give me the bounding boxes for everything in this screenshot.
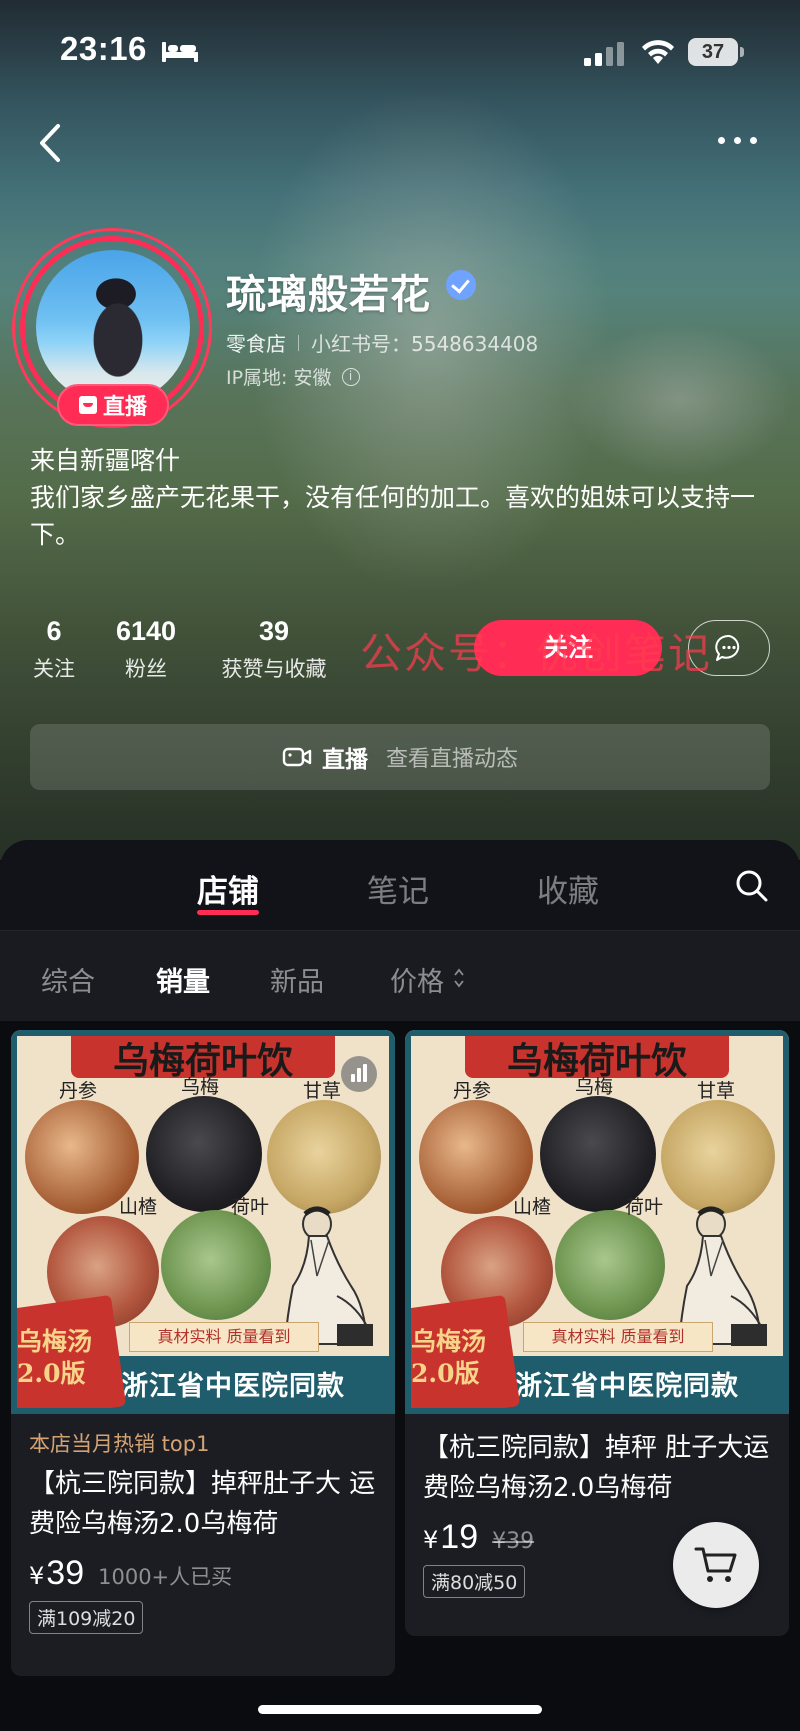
stat-label: 获赞与收藏 xyxy=(221,657,327,681)
shopping-cart-icon xyxy=(694,1547,737,1582)
stat-label: 关注 xyxy=(33,657,75,681)
live-updates-bar[interactable]: 直播 查看直播动态 xyxy=(30,724,770,790)
profile-meta: 零食店 小红书号：5548634408 xyxy=(226,328,538,357)
product-title[interactable]: 【杭三院同款】掉秤 肚子大运费险乌梅汤2.0乌梅荷 xyxy=(423,1428,771,1508)
active-tab-indicator xyxy=(197,910,259,915)
product-price: 39 xyxy=(46,1554,85,1592)
filter-overall[interactable]: 综合 xyxy=(41,960,95,999)
tab-notes[interactable]: 笔记 xyxy=(367,866,429,911)
sold-count: 1000+人已买 xyxy=(98,1565,233,1589)
stat-followers[interactable]: 6140 粉丝 xyxy=(108,616,184,683)
stat-value: 6 xyxy=(46,616,62,646)
battery-icon: 37 xyxy=(688,38,744,66)
stat-likes-collects[interactable]: 39 获赞与收藏 xyxy=(214,616,334,683)
avatar[interactable] xyxy=(36,250,190,404)
bar-chart-icon xyxy=(341,1056,377,1092)
profile-name: 琉璃般若花 xyxy=(226,272,431,318)
verified-icon xyxy=(446,270,476,300)
tab-collections[interactable]: 收藏 xyxy=(537,866,599,911)
status-time: 23:16 xyxy=(60,30,147,67)
ip-location: IP属地: 安徽 i xyxy=(226,363,360,390)
product-title[interactable]: 【杭三院同款】掉秤肚子大 运费险乌梅汤2.0乌梅荷 xyxy=(29,1464,377,1544)
price-currency: ¥ xyxy=(423,1526,439,1554)
bio-line: 我们家乡盛产无花果干，没有任何的加工。喜欢的姐妹可以支持一下。 xyxy=(30,483,756,549)
price-row: ¥ 39 1000+人已买 xyxy=(29,1554,377,1593)
home-indicator[interactable] xyxy=(258,1705,542,1714)
video-camera-icon xyxy=(282,747,312,767)
stat-following[interactable]: 6 关注 xyxy=(28,616,80,683)
coupon-badge: 满109减20 xyxy=(29,1601,144,1634)
status-bar: 23:16 37 xyxy=(0,0,800,100)
filter-new[interactable]: 新品 xyxy=(270,960,324,999)
sleep-focus-icon xyxy=(162,42,198,62)
live-badge[interactable]: 直播 xyxy=(57,384,169,426)
product-image[interactable]: 乌梅荷叶饮 丹参 乌梅 甘草 山楂 荷叶 真材实料 质量看到 浙江省中医院同款 … xyxy=(405,1030,789,1414)
stat-label: 粉丝 xyxy=(125,657,167,681)
product-card[interactable]: 乌梅荷叶饮 丹参 乌梅 甘草 山楂 荷叶 真材实料 质量看到 浙江省中医院同款 … xyxy=(11,1030,395,1676)
filter-sales[interactable]: 销量 xyxy=(156,960,210,999)
stat-value: 39 xyxy=(258,616,290,646)
more-options-icon[interactable] xyxy=(718,125,768,155)
chat-icon xyxy=(715,634,740,661)
tab-shop[interactable]: 店铺 xyxy=(197,866,259,911)
search-icon[interactable] xyxy=(734,868,770,904)
xhs-id[interactable]: 小红书号：5548634408 xyxy=(311,328,538,357)
watermark: 公众号：优创笔记 xyxy=(360,629,713,678)
profile-bio: 来自新疆喀什 我们家乡盛产无花果干，没有任何的加工。喜欢的姐妹可以支持一下。 xyxy=(30,442,780,553)
product-price: 19 xyxy=(440,1518,479,1556)
sort-arrows-icon xyxy=(454,968,464,988)
price-currency: ¥ xyxy=(29,1562,45,1590)
live-bar-subtitle: 查看直播动态 xyxy=(385,747,518,772)
back-icon[interactable] xyxy=(30,118,70,168)
cart-button[interactable] xyxy=(673,1522,759,1608)
live-badge-label: 直播 xyxy=(102,395,147,420)
filter-price[interactable]: 价格 xyxy=(390,960,444,999)
live-bar-title: 直播 xyxy=(321,747,368,773)
cellular-signal-icon xyxy=(584,42,624,66)
coupon-badge: 满80减50 xyxy=(423,1565,526,1598)
info-icon[interactable]: i xyxy=(341,367,360,386)
shop-category: 零食店 xyxy=(226,332,286,356)
product-image[interactable]: 乌梅荷叶饮 丹参 乌梅 甘草 山楂 荷叶 真材实料 质量看到 浙江省中医院同款 … xyxy=(11,1030,395,1414)
ip-location-text: IP属地: 安徽 xyxy=(226,367,332,389)
product-hot-tag: 本店当月热销 top1 xyxy=(29,1432,210,1456)
wifi-icon xyxy=(642,40,674,64)
original-price: ¥39 xyxy=(492,1529,535,1554)
bio-line: 来自新疆喀什 xyxy=(30,446,181,475)
battery-level: 37 xyxy=(688,38,738,66)
live-bag-icon xyxy=(78,396,97,414)
stat-value: 6140 xyxy=(115,616,177,646)
